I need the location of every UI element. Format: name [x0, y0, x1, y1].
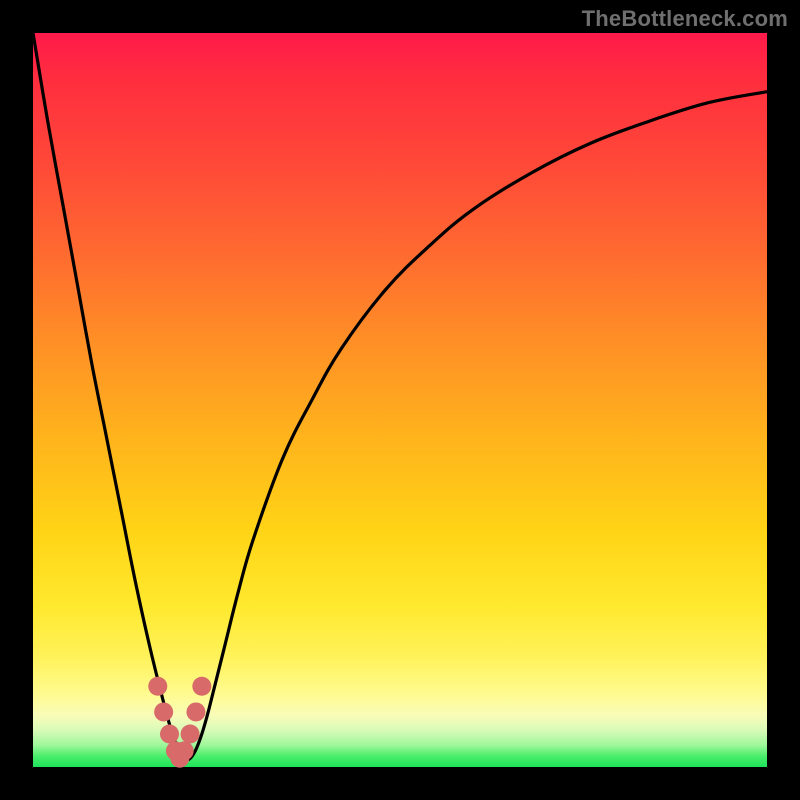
- marker-group: [148, 677, 211, 768]
- curve-svg: [33, 33, 767, 767]
- optimal-marker: [175, 741, 194, 760]
- bottleneck-curve-path: [33, 33, 767, 760]
- optimal-marker: [186, 702, 205, 721]
- optimal-marker: [181, 724, 200, 743]
- chart-container: TheBottleneck.com: [0, 0, 800, 800]
- optimal-marker: [154, 702, 173, 721]
- plot-area: [33, 33, 767, 767]
- watermark-text: TheBottleneck.com: [582, 6, 788, 32]
- optimal-marker: [192, 677, 211, 696]
- optimal-marker: [160, 724, 179, 743]
- optimal-marker: [148, 677, 167, 696]
